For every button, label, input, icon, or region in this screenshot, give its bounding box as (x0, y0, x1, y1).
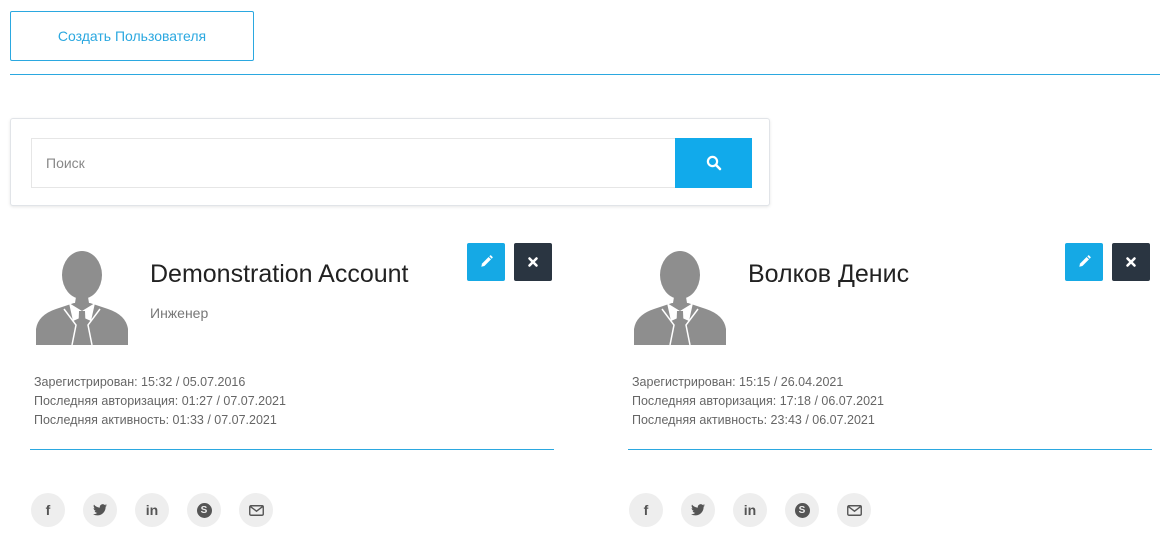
search-icon (706, 155, 721, 171)
search-panel (10, 118, 770, 206)
delete-user-button[interactable] (1112, 243, 1150, 281)
linkedin-glyph: in (743, 502, 757, 518)
twitter-bird-glyph (93, 504, 107, 516)
top-divider (10, 74, 1160, 75)
social-links: f in S (31, 493, 273, 527)
registered-date: Зарегистрирован: 15:32 / 05.07.2016 (34, 375, 246, 389)
facebook-glyph: f (45, 502, 51, 518)
pencil-icon (1079, 255, 1091, 267)
email-icon[interactable] (837, 493, 871, 527)
last-login-date: Последняя авторизация: 17:18 / 06.07.202… (632, 394, 884, 408)
close-icon (1126, 257, 1136, 267)
close-icon (528, 257, 538, 267)
skype-icon[interactable]: S (785, 493, 819, 527)
linkedin-icon[interactable]: in (135, 493, 169, 527)
user-card: Demonstration Account Инженер Зарегистри… (30, 240, 556, 540)
user-avatar-icon (634, 251, 726, 345)
user-avatar-icon (36, 251, 128, 345)
envelope-icon (846, 504, 862, 516)
pencil-icon (481, 255, 493, 267)
skype-glyph: S (196, 502, 212, 518)
facebook-icon[interactable]: f (31, 493, 65, 527)
registered-date: Зарегистрирован: 15:15 / 26.04.2021 (632, 375, 844, 389)
user-meta: Зарегистрирован: 15:15 / 26.04.2021 Посл… (632, 373, 884, 430)
user-card: Волков Денис Зарегистрирован: 15:15 / 26… (628, 240, 1154, 540)
skype-glyph: S (794, 502, 810, 518)
card-divider (30, 449, 554, 450)
user-name: Волков Денис (748, 260, 910, 288)
twitter-icon[interactable] (83, 493, 117, 527)
envelope-icon (248, 504, 264, 516)
facebook-glyph: f (643, 502, 649, 518)
last-activity-date: Последняя активность: 23:43 / 06.07.2021 (632, 413, 875, 427)
twitter-bird-glyph (691, 504, 705, 516)
edit-user-button[interactable] (467, 243, 505, 281)
last-activity-date: Последняя активность: 01:33 / 07.07.2021 (34, 413, 277, 427)
search-input[interactable] (31, 138, 675, 188)
search-button[interactable] (675, 138, 752, 188)
social-links: f in S (629, 493, 871, 527)
card-divider (628, 449, 1152, 450)
last-login-date: Последняя авторизация: 01:27 / 07.07.202… (34, 394, 286, 408)
twitter-icon[interactable] (681, 493, 715, 527)
user-name: Demonstration Account (150, 260, 409, 288)
edit-user-button[interactable] (1065, 243, 1103, 281)
email-icon[interactable] (239, 493, 273, 527)
user-role: Инженер (150, 305, 209, 321)
facebook-icon[interactable]: f (629, 493, 663, 527)
delete-user-button[interactable] (514, 243, 552, 281)
create-user-button[interactable]: Создать Пользователя (10, 11, 254, 61)
linkedin-glyph: in (145, 502, 159, 518)
user-meta: Зарегистрирован: 15:32 / 05.07.2016 Посл… (34, 373, 286, 430)
skype-icon[interactable]: S (187, 493, 221, 527)
linkedin-icon[interactable]: in (733, 493, 767, 527)
